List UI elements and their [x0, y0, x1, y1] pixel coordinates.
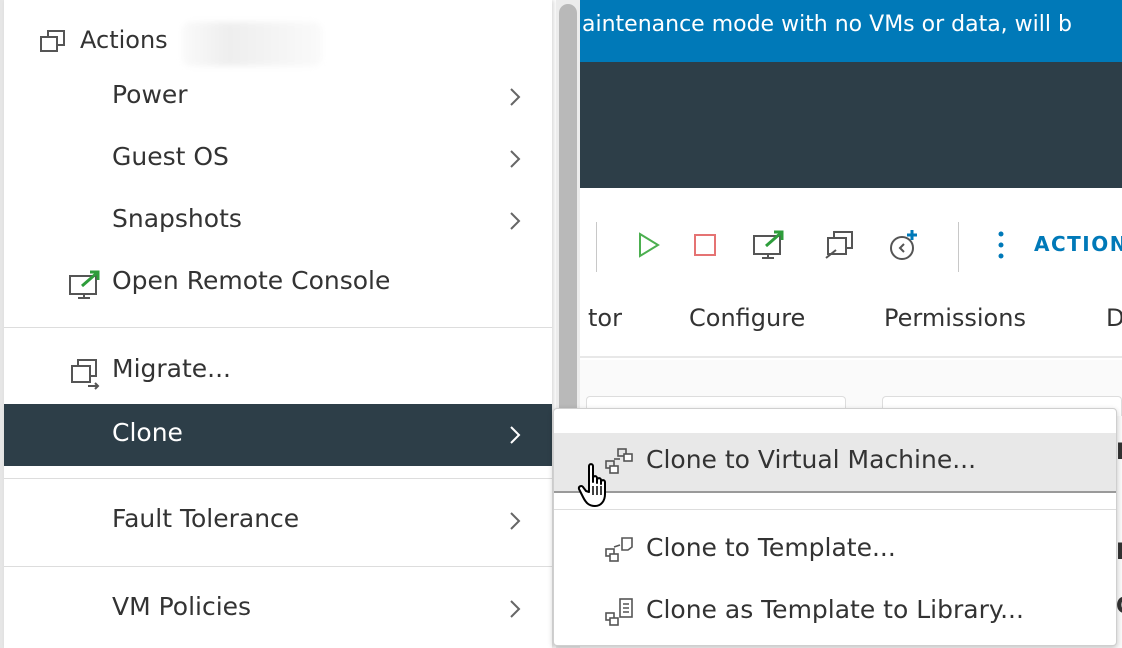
- menu-item-power[interactable]: Power: [4, 66, 552, 128]
- menu-divider: [4, 566, 552, 567]
- actions-menu: Actions Power Guest OS Snapshots Open Re…: [4, 0, 552, 648]
- alert-banner: aintenance mode with no VMs or data, wil…: [580, 0, 1122, 62]
- hand-pointer-cursor-icon: [576, 462, 616, 510]
- chevron-right-icon: [504, 146, 526, 172]
- chevron-right-icon: [504, 596, 526, 622]
- submenu-item-label: Clone to Template...: [646, 533, 896, 562]
- submenu-divider: [554, 509, 1116, 510]
- chevron-right-icon: [504, 508, 526, 534]
- menu-item-fault-tolerance[interactable]: Fault Tolerance: [4, 490, 552, 552]
- remote-console-icon: [68, 268, 102, 302]
- menu-item-open-remote-console[interactable]: Open Remote Console: [4, 252, 552, 314]
- menu-item-snapshots[interactable]: Snapshots: [4, 190, 552, 252]
- menu-item-label: Power: [112, 80, 188, 109]
- clone-library-icon: [602, 597, 636, 631]
- alert-banner-text: aintenance mode with no VMs or data, wil…: [582, 12, 1072, 37]
- menu-item-label: Clone: [112, 418, 183, 447]
- menu-divider: [4, 478, 552, 479]
- power-on-icon[interactable]: [632, 228, 666, 262]
- menu-item-label: VM Policies: [112, 592, 252, 621]
- menu-scrollbar-thumb[interactable]: [559, 4, 577, 424]
- clone-template-icon: [602, 535, 636, 569]
- object-toolbar: ACTIONS: [580, 188, 1122, 298]
- menu-divider: [4, 327, 552, 328]
- menu-title: Actions: [80, 26, 168, 54]
- menu-header: Actions: [4, 14, 552, 70]
- submenu-item-label: Clone to Virtual Machine...: [646, 445, 977, 474]
- tab-permissions[interactable]: Permissions: [884, 304, 1026, 332]
- submenu-item-clone-to-template[interactable]: Clone to Template...: [554, 521, 1116, 581]
- submenu-item-label: Clone as Template to Library...: [646, 595, 1024, 624]
- object-header: [580, 62, 1122, 188]
- migrate-toolbar-icon[interactable]: [822, 228, 856, 262]
- vm-actions-icon: [38, 28, 68, 60]
- menu-item-label: Migrate...: [112, 354, 232, 383]
- remote-console-toolbar-icon[interactable]: [752, 228, 786, 262]
- clone-submenu: Clone to Virtual Machine... Clone to Tem…: [553, 408, 1117, 646]
- menu-item-label: Fault Tolerance: [112, 504, 300, 533]
- menu-item-clone[interactable]: Clone: [4, 404, 552, 466]
- chevron-right-icon: [504, 422, 526, 448]
- tab-datastores[interactable]: D: [1106, 304, 1122, 332]
- more-vertical-icon[interactable]: [984, 228, 1018, 262]
- redacted-vm-name: [182, 22, 322, 66]
- menu-item-label: Open Remote Console: [112, 266, 391, 295]
- migrate-icon: [68, 356, 102, 390]
- tab-monitor[interactable]: tor: [588, 304, 622, 332]
- toolbar-separator: [958, 222, 959, 272]
- menu-item-guest-os[interactable]: Guest OS: [4, 128, 552, 190]
- menu-item-vm-policies[interactable]: VM Policies: [4, 578, 552, 640]
- tab-configure[interactable]: Configure: [689, 304, 805, 332]
- actions-button[interactable]: ACTIONS: [1034, 232, 1122, 256]
- menu-item-migrate[interactable]: Migrate...: [4, 340, 552, 402]
- toolbar-separator: [596, 222, 597, 272]
- power-off-icon[interactable]: [688, 228, 722, 262]
- tab-bar: tor Configure Permissions D: [580, 298, 1122, 358]
- chevron-right-icon: [504, 84, 526, 110]
- snapshot-toolbar-icon[interactable]: [886, 228, 920, 262]
- submenu-item-clone-to-vm[interactable]: Clone to Virtual Machine...: [554, 433, 1116, 493]
- submenu-item-clone-to-library[interactable]: Clone as Template to Library...: [554, 583, 1116, 643]
- menu-item-label: Snapshots: [112, 204, 242, 233]
- chevron-right-icon: [504, 208, 526, 234]
- menu-item-label: Guest OS: [112, 142, 229, 171]
